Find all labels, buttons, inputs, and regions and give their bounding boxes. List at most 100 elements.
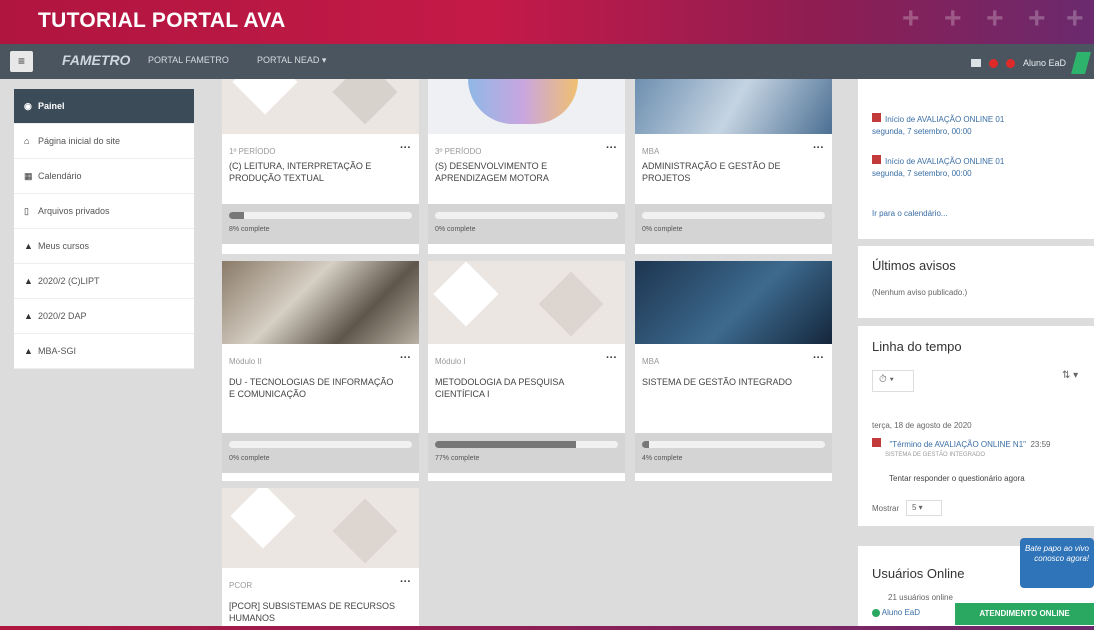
show-count-select[interactable]: 5 ▾: [906, 500, 942, 516]
sort-icon[interactable]: ⇅ ▾: [1062, 370, 1078, 381]
notification-icon[interactable]: [988, 58, 998, 68]
course-card[interactable]: 1º PERÍODO ··· (C) LEITURA, INTERPRETAÇÃ…: [222, 79, 419, 254]
top-banner: TUTORIAL PORTAL AVA + + + + +: [0, 0, 1094, 44]
timeline-title: Linha do tempo: [872, 339, 962, 354]
course-category: Módulo II: [229, 357, 262, 366]
timeline-item[interactable]: "Término de AVALIAÇÃO ONLINE N1" 23:59 S…: [872, 434, 1050, 458]
course-category: 3º PERÍODO: [435, 147, 482, 156]
avatar[interactable]: [1071, 52, 1091, 74]
course-card[interactable]: PCOR ··· [PCOR] SUBSISTEMAS DE RECURSOS …: [222, 488, 419, 626]
nav-link-portal-fametro[interactable]: PORTAL FAMETRO: [148, 55, 229, 65]
online-support-button[interactable]: ATENDIMENTO ONLINE: [955, 603, 1094, 625]
bottom-bar: [0, 626, 1094, 630]
sidebar-item-course-dap[interactable]: ▲ 2020/2 DAP: [14, 299, 194, 334]
course-category: Módulo I: [435, 357, 466, 366]
course-card[interactable]: Módulo II ··· DU - TECNOLOGIAS DE INFORM…: [222, 261, 419, 481]
graduation-cap-icon: ▲: [24, 346, 33, 356]
sidebar-item-label: Calendário: [38, 171, 82, 181]
timeline-filter-dropdown[interactable]: ⏱ ▾: [872, 370, 914, 392]
plus-decor-icon: +: [902, 2, 920, 35]
course-name[interactable]: [PCOR] SUBSISTEMAS DE RECURSOS HUMANOS: [229, 600, 399, 624]
brand-logo[interactable]: FAMETRO: [62, 52, 130, 68]
course-image: [428, 79, 625, 134]
course-category: PCOR: [229, 581, 253, 590]
course-progress: 4% complete: [635, 433, 832, 473]
more-options-icon[interactable]: ···: [813, 142, 824, 154]
course-category: MBA: [642, 357, 660, 366]
online-users-title: Usuários Online: [872, 566, 965, 581]
graduation-cap-icon: ▲: [24, 276, 33, 286]
banner-title: TUTORIAL PORTAL AVA: [38, 9, 286, 32]
timeline-date: terça, 18 de agosto de 2020: [872, 421, 972, 430]
progress-bar-fill: [229, 212, 244, 219]
sidebar-item-label: Meus cursos: [38, 241, 90, 251]
more-options-icon[interactable]: ···: [606, 142, 617, 154]
sidebar-item-label: Painel: [38, 101, 65, 111]
course-image: [635, 79, 832, 134]
sidebar-item-course-clipt[interactable]: ▲ 2020/2 (C)LIPT: [14, 264, 194, 299]
message-icon[interactable]: [970, 59, 981, 67]
event-item[interactable]: Início de AVALIAÇÃO ONLINE 01 segunda, 7…: [872, 109, 1004, 136]
user-name[interactable]: Aluno EaD: [1023, 58, 1066, 68]
course-progress: 77% complete: [428, 433, 625, 473]
course-card[interactable]: 3º PERÍODO ··· (S) DESENVOLVIMENTO E APR…: [428, 79, 625, 254]
show-label: Mostrar: [872, 504, 900, 513]
quiz-icon: [872, 438, 881, 448]
sidebar-item-label: MBA-SGI: [38, 346, 77, 356]
progress-text: 0% complete: [435, 226, 476, 233]
progress-bar-fill: [642, 441, 650, 448]
course-name[interactable]: ADMINISTRAÇÃO E GESTÃO DE PROJETOS: [642, 160, 812, 184]
sidebar-item-course-mba-sgi[interactable]: ▲ MBA-SGI: [14, 334, 194, 369]
more-options-icon[interactable]: ···: [400, 142, 411, 154]
course-name[interactable]: (C) LEITURA, INTERPRETAÇÃO E PRODUÇÃO TE…: [229, 160, 399, 184]
course-card[interactable]: Módulo I ··· METODOLOGIA DA PESQUISA CIE…: [428, 261, 625, 481]
hamburger-menu-icon[interactable]: ≡: [10, 51, 33, 72]
course-progress: 0% complete: [222, 433, 419, 473]
course-name[interactable]: (S) DESENVOLVIMENTO E APRENDIZAGEM MOTOR…: [435, 160, 605, 184]
latest-news: Últimos avisos (Nenhum aviso publicado.): [858, 246, 1094, 318]
course-image: [222, 488, 419, 568]
timeline-action[interactable]: Tentar responder o questionário agora: [889, 474, 1025, 483]
alert-icon[interactable]: [1005, 58, 1015, 68]
sidebar-item-my-courses[interactable]: ▲ Meus cursos: [14, 229, 194, 264]
course-name[interactable]: DU - TECNOLOGIAS DE INFORMAÇÃO E COMUNIC…: [229, 376, 399, 400]
plus-decor-icon: +: [986, 2, 1004, 35]
timeline-item-time: 23:59: [1030, 440, 1051, 449]
chat-bubble[interactable]: Bate papo ao vivo conosco agora!: [1020, 538, 1094, 588]
graduation-cap-icon: ▲: [24, 241, 33, 251]
sidebar-item-home[interactable]: ⌂ Página inicial do site: [14, 124, 194, 159]
sidebar: ◉ Painel ⌂ Página inicial do site ▦ Cale…: [14, 89, 194, 369]
course-image: [222, 79, 419, 134]
course-category: 1º PERÍODO: [229, 147, 276, 156]
course-card[interactable]: MBA ··· SISTEMA DE GESTÃO INTEGRADO 4% c…: [635, 261, 832, 481]
sidebar-item-label: Arquivos privados: [38, 206, 110, 216]
timeline-item-course: SISTEMA DE GESTÃO INTEGRADO: [885, 452, 986, 458]
sidebar-item-calendar[interactable]: ▦ Calendário: [14, 159, 194, 194]
online-users-count: 21 usuários online: [888, 593, 953, 602]
nav-link-portal-nead[interactable]: PORTAL NEAD ▾: [257, 55, 326, 66]
course-card[interactable]: MBA ··· ADMINISTRAÇÃO E GESTÃO DE PROJET…: [635, 79, 832, 254]
more-options-icon[interactable]: ···: [400, 352, 411, 364]
course-name[interactable]: SISTEMA DE GESTÃO INTEGRADO: [642, 376, 812, 388]
dashboard-icon: ◉: [24, 100, 32, 111]
file-icon: ▯: [24, 205, 29, 216]
home-icon: ⌂: [24, 136, 30, 146]
more-options-icon[interactable]: ···: [606, 352, 617, 364]
timeline: Linha do tempo ⏱ ▾ ⇅ ▾ terça, 18 de agos…: [858, 326, 1094, 526]
sidebar-item-label: 2020/2 (C)LIPT: [38, 276, 100, 286]
event-item[interactable]: Início de AVALIAÇÃO ONLINE 01 segunda, 7…: [872, 151, 1004, 178]
progress-bar-fill: [435, 441, 576, 448]
calendar-link[interactable]: Ir para o calendário...: [872, 209, 948, 218]
sidebar-item-private-files[interactable]: ▯ Arquivos privados: [14, 194, 194, 229]
progress-text: 0% complete: [642, 226, 683, 233]
course-name[interactable]: METODOLOGIA DA PESQUISA CIENTÍFICA I: [435, 376, 605, 400]
course-category: MBA: [642, 147, 660, 156]
more-options-icon[interactable]: ···: [813, 352, 824, 364]
more-options-icon[interactable]: ···: [400, 576, 411, 588]
timeline-item-title[interactable]: "Término de AVALIAÇÃO ONLINE N1": [889, 440, 1026, 449]
course-progress: 0% complete: [428, 204, 625, 244]
online-user[interactable]: Aluno EaD: [872, 608, 920, 617]
sidebar-item-painel[interactable]: ◉ Painel: [14, 89, 194, 124]
progress-text: 8% complete: [229, 226, 270, 233]
latest-news-title: Últimos avisos: [872, 258, 956, 273]
